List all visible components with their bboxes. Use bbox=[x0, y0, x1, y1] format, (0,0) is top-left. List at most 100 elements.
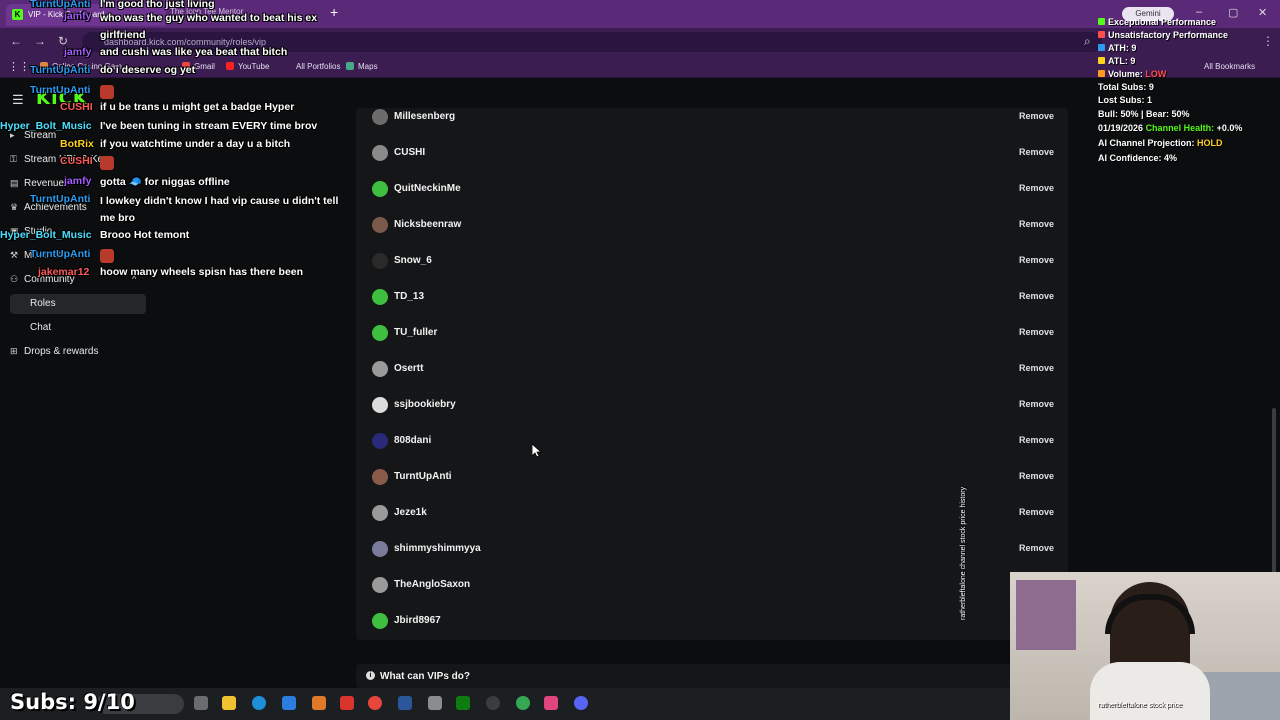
youtube-icon bbox=[226, 62, 234, 70]
edge-icon[interactable] bbox=[252, 696, 266, 710]
close-icon[interactable]: ✕ bbox=[1258, 6, 1267, 19]
nav-drops[interactable]: ⊞ Drops & rewards bbox=[10, 346, 98, 357]
webcam-shelf bbox=[1016, 580, 1076, 650]
vip-row: QuitNeckinMe Remove bbox=[366, 172, 1062, 208]
chat-username: jamfy bbox=[64, 175, 92, 187]
remove-vip-button[interactable]: Remove bbox=[1019, 147, 1054, 157]
avatar[interactable] bbox=[372, 109, 388, 125]
hamburger-menu-icon[interactable]: ☰ bbox=[12, 92, 24, 108]
chat-emote-icon bbox=[100, 249, 114, 263]
remove-vip-button[interactable]: Remove bbox=[1019, 399, 1054, 409]
remove-vip-button[interactable]: Remove bbox=[1019, 435, 1054, 445]
avatar[interactable] bbox=[372, 505, 388, 521]
avatar[interactable] bbox=[372, 361, 388, 377]
nav-roles[interactable]: Roles bbox=[10, 294, 146, 314]
avatar[interactable] bbox=[372, 289, 388, 305]
vip-username[interactable]: Osertt bbox=[394, 363, 423, 374]
vip-username[interactable]: TU_fuller bbox=[394, 327, 437, 338]
avatar[interactable] bbox=[372, 253, 388, 269]
remove-vip-button[interactable]: Remove bbox=[1019, 507, 1054, 517]
vip-username[interactable]: shimmyshimmyya bbox=[394, 543, 481, 554]
stat-channel-health: 01/19/2026 Channel Health: +0.0% bbox=[1098, 123, 1243, 133]
avatar[interactable] bbox=[372, 433, 388, 449]
vip-username[interactable]: TD_13 bbox=[394, 291, 424, 302]
apps-grid-icon[interactable]: ⋮⋮ bbox=[8, 60, 30, 73]
chat-message: hoow many wheels spisn has there been bbox=[100, 266, 304, 278]
webcam-hoodie bbox=[1090, 662, 1210, 720]
discord-icon[interactable] bbox=[574, 696, 588, 710]
avatar[interactable] bbox=[372, 469, 388, 485]
vip-username[interactable]: ssjbookiebry bbox=[394, 399, 456, 410]
remove-vip-button[interactable]: Remove bbox=[1019, 255, 1054, 265]
forward-icon[interactable]: → bbox=[34, 34, 46, 48]
stat-confidence: AI Confidence: 4% bbox=[1098, 153, 1178, 163]
chrome-icon[interactable] bbox=[368, 696, 382, 710]
app-icon-1[interactable] bbox=[312, 696, 326, 710]
chat-message: I lowkey didn't know I had vip cause u d… bbox=[100, 195, 339, 224]
chat-message: do i deserve og yet bbox=[100, 64, 196, 76]
avatar[interactable] bbox=[372, 613, 388, 629]
avatar[interactable] bbox=[372, 217, 388, 233]
chat-message: I'm good tho just living bbox=[100, 0, 215, 10]
bookmark-youtube[interactable]: YouTube bbox=[226, 62, 269, 71]
avatar[interactable] bbox=[372, 577, 388, 593]
nav-revenue[interactable]: ▤ Revenue bbox=[10, 178, 64, 189]
store-icon[interactable] bbox=[282, 696, 296, 710]
file-explorer-icon[interactable] bbox=[222, 696, 236, 710]
chat-username: CUSHI bbox=[60, 155, 93, 167]
webcam-feed bbox=[1010, 572, 1280, 720]
remove-vip-button[interactable]: Remove bbox=[1019, 219, 1054, 229]
avatar[interactable] bbox=[372, 397, 388, 413]
remove-vip-button[interactable]: Remove bbox=[1019, 183, 1054, 193]
nav-chat[interactable]: Chat bbox=[30, 322, 51, 333]
stat-total-subs: Total Subs: 9 bbox=[1098, 82, 1154, 92]
vip-username[interactable]: Snow_6 bbox=[394, 255, 432, 266]
bookmark-portfolios[interactable]: All Portfolios bbox=[296, 62, 340, 71]
remove-vip-button[interactable]: Remove bbox=[1019, 327, 1054, 337]
vip-username[interactable]: QuitNeckinMe bbox=[394, 183, 461, 194]
remove-vip-button[interactable]: Remove bbox=[1019, 291, 1054, 301]
remove-vip-button[interactable]: Remove bbox=[1019, 471, 1054, 481]
chrome-2-icon[interactable] bbox=[516, 696, 530, 710]
vip-username[interactable]: TheAngloSaxon bbox=[394, 579, 470, 590]
vip-username[interactable]: TurntUpAnti bbox=[394, 471, 452, 482]
stat-exceptional: Exceptional Performance bbox=[1098, 17, 1216, 27]
chat-username: CUSHI bbox=[60, 101, 93, 113]
trophy-icon: ♛ bbox=[10, 202, 19, 212]
vip-username[interactable]: CUSHI bbox=[394, 147, 425, 158]
chat-username: jakemar12 bbox=[38, 266, 90, 278]
vip-username[interactable]: Millesenberg bbox=[394, 111, 455, 122]
back-icon[interactable]: ← bbox=[10, 34, 22, 48]
avatar[interactable] bbox=[372, 145, 388, 161]
vip-username[interactable]: Jeze1k bbox=[394, 507, 427, 518]
webcam-caption: ratherbleftalone stock price bbox=[1098, 702, 1183, 709]
avatar[interactable] bbox=[372, 541, 388, 557]
all-bookmarks[interactable]: All Bookmarks bbox=[1204, 62, 1255, 71]
vip-username[interactable]: Nicksbeenraw bbox=[394, 219, 461, 230]
avatar[interactable] bbox=[372, 325, 388, 341]
xbox-icon[interactable] bbox=[456, 696, 470, 710]
zoom-icon[interactable]: ⌕ bbox=[1084, 34, 1091, 49]
remove-vip-button[interactable]: Remove bbox=[1019, 543, 1054, 553]
vip-username[interactable]: 808dani bbox=[394, 435, 431, 446]
app-icon-3[interactable] bbox=[428, 696, 442, 710]
scrollbar[interactable] bbox=[1272, 408, 1276, 588]
obs-icon[interactable] bbox=[486, 696, 500, 710]
mouse-cursor-icon bbox=[532, 444, 542, 458]
app-icon-4[interactable] bbox=[544, 696, 558, 710]
subs-goal: Subs: 9/10 bbox=[10, 690, 135, 714]
legend-yellow-icon bbox=[1098, 57, 1105, 64]
task-view-icon[interactable] bbox=[194, 696, 208, 710]
word-icon[interactable] bbox=[398, 696, 412, 710]
app-icon-2[interactable] bbox=[340, 696, 354, 710]
chat-username: BotRix bbox=[60, 138, 94, 150]
remove-vip-button[interactable]: Remove bbox=[1019, 363, 1054, 373]
menu-dots-icon[interactable]: ⋮ bbox=[1262, 34, 1274, 48]
vip-username[interactable]: Jbird8967 bbox=[394, 615, 441, 626]
chat-message: if u be trans u might get a badge Hyper bbox=[100, 101, 295, 113]
avatar[interactable] bbox=[372, 181, 388, 197]
maximize-icon[interactable]: ▢ bbox=[1228, 6, 1238, 19]
vip-row: 808dani Remove bbox=[366, 424, 1062, 460]
remove-vip-button[interactable]: Remove bbox=[1019, 111, 1054, 121]
bookmark-maps[interactable]: Maps bbox=[346, 62, 378, 71]
